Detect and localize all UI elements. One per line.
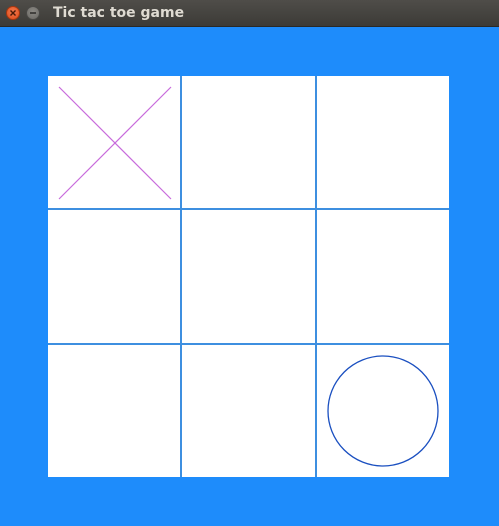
board-cell[interactable] xyxy=(182,210,314,342)
board-cell[interactable] xyxy=(182,345,314,477)
board-cell[interactable] xyxy=(182,76,314,208)
minimize-button[interactable] xyxy=(26,6,40,20)
grid-line-horizontal xyxy=(48,343,449,345)
grid-line-horizontal xyxy=(48,208,449,210)
minimize-icon xyxy=(30,12,36,14)
close-button[interactable] xyxy=(6,6,20,20)
grid-line-vertical xyxy=(315,76,317,477)
grid-line-vertical xyxy=(180,76,182,477)
close-icon xyxy=(10,10,16,16)
board-cell[interactable] xyxy=(317,210,449,342)
o-mark xyxy=(327,355,439,467)
board-cell[interactable] xyxy=(317,76,449,208)
board-cell[interactable] xyxy=(48,210,180,342)
x-mark xyxy=(58,86,172,200)
board-cell[interactable] xyxy=(48,76,180,208)
title-bar: Tic tac toe game xyxy=(0,0,499,27)
game-window: Tic tac toe game xyxy=(0,0,499,526)
board-cell[interactable] xyxy=(48,345,180,477)
game-board xyxy=(48,76,449,477)
window-title: Tic tac toe game xyxy=(53,5,185,21)
board-cell[interactable] xyxy=(317,345,449,477)
